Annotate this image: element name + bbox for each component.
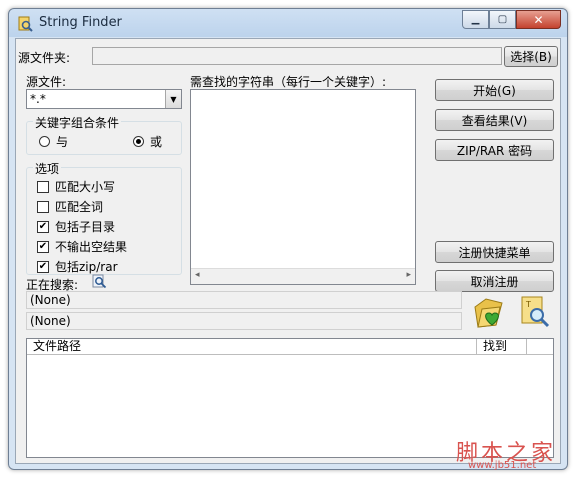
option-subdirs[interactable]: ✔ 包括子目录	[37, 218, 115, 235]
radio-and[interactable]: 与	[39, 133, 68, 150]
option-whole-word[interactable]: 匹配全词	[37, 198, 103, 215]
status-field-2: (None)	[26, 312, 462, 330]
checkbox-whole-word	[37, 200, 49, 213]
option-match-case[interactable]: 匹配大小写	[37, 178, 115, 195]
option-label: 匹配大小写	[55, 180, 116, 194]
source-file-label: 源文件:	[26, 75, 67, 89]
status-field-1: (None)	[26, 291, 462, 309]
source-file-value: *.*	[30, 92, 46, 106]
scroll-right-icon[interactable]: ▸	[406, 270, 411, 280]
browse-button[interactable]: 选择(B)	[504, 46, 558, 67]
window-title: String Finder	[39, 15, 122, 30]
search-strings-label: 需查找的字符串（每行一个关键字）:	[190, 75, 387, 89]
radio-or[interactable]: 或	[133, 133, 162, 150]
search-icon	[92, 274, 107, 289]
check-icon: ✔	[37, 220, 49, 233]
start-button[interactable]: 开始(G)	[435, 79, 554, 101]
option-label: 匹配全词	[55, 200, 104, 214]
option-label: 包括子目录	[55, 220, 116, 234]
column-header-path[interactable]: 文件路径	[27, 339, 477, 355]
search-strings-textarea[interactable]: ◂ ▸	[190, 89, 416, 285]
source-folder-label: 源文件夹:	[18, 51, 71, 65]
close-icon: ✕	[533, 12, 544, 27]
checkbox-match-case	[37, 180, 49, 193]
keyword-condition-title: 关键字组合条件	[33, 114, 122, 131]
zip-password-button[interactable]: ZIP/RAR 密码	[435, 139, 554, 161]
check-icon: ✔	[37, 240, 49, 253]
options-title: 选项	[33, 160, 62, 177]
column-header-found[interactable]: 找到	[477, 339, 527, 355]
unregister-button[interactable]: 取消注册	[435, 270, 554, 292]
source-file-combobox[interactable]: *.* ▼	[26, 89, 182, 109]
folder-heart-icon	[474, 298, 503, 328]
radio-or-label: 或	[150, 135, 163, 149]
dropdown-arrow-icon[interactable]: ▼	[165, 90, 181, 108]
app-icon	[18, 16, 33, 32]
view-results-button[interactable]: 查看结果(V)	[435, 109, 554, 131]
radio-selected-dot	[136, 139, 141, 144]
option-zip-rar[interactable]: ✔ 包括zip/rar	[37, 258, 118, 275]
maximize-button[interactable]: ▢	[489, 10, 516, 29]
radio-circle-or	[133, 136, 144, 147]
minimize-icon: ▁	[471, 14, 480, 25]
main-window: String Finder ▁ ▢ ✕ 源文件夹: 选择(B) 源文件: *.*…	[8, 8, 568, 471]
radio-circle-and	[39, 136, 50, 147]
minimize-button[interactable]: ▁	[462, 10, 489, 29]
options-group: 选项 匹配大小写 匹配全词 ✔ 包括子目录 ✔ 不输出空结果 ✔ 包括zip/r…	[26, 160, 182, 275]
option-label: 包括zip/rar	[55, 260, 118, 274]
horizontal-scrollbar[interactable]: ◂ ▸	[191, 268, 415, 284]
radio-and-label: 与	[56, 135, 69, 149]
check-icon: ✔	[37, 260, 49, 273]
keyword-condition-group: 关键字组合条件 与 或	[26, 114, 182, 155]
document-search-icon: T	[521, 296, 550, 328]
title-bar[interactable]: String Finder ▁ ▢ ✕	[9, 9, 567, 37]
scroll-left-icon[interactable]: ◂	[195, 270, 200, 280]
close-button[interactable]: ✕	[516, 10, 561, 29]
watermark-url: www.jb51.net	[468, 460, 537, 471]
source-folder-field[interactable]	[92, 47, 502, 65]
svg-text:T: T	[525, 300, 531, 309]
register-menu-button[interactable]: 注册快捷菜单	[435, 241, 554, 263]
client-area: 源文件夹: 选择(B) 源文件: *.* ▼ 关键字组合条件 与 或 选项 匹配…	[15, 38, 561, 471]
option-no-empty[interactable]: ✔ 不输出空结果	[37, 238, 127, 255]
maximize-icon: ▢	[497, 14, 508, 25]
option-label: 不输出空结果	[55, 240, 128, 254]
column-header-filler	[527, 339, 553, 355]
